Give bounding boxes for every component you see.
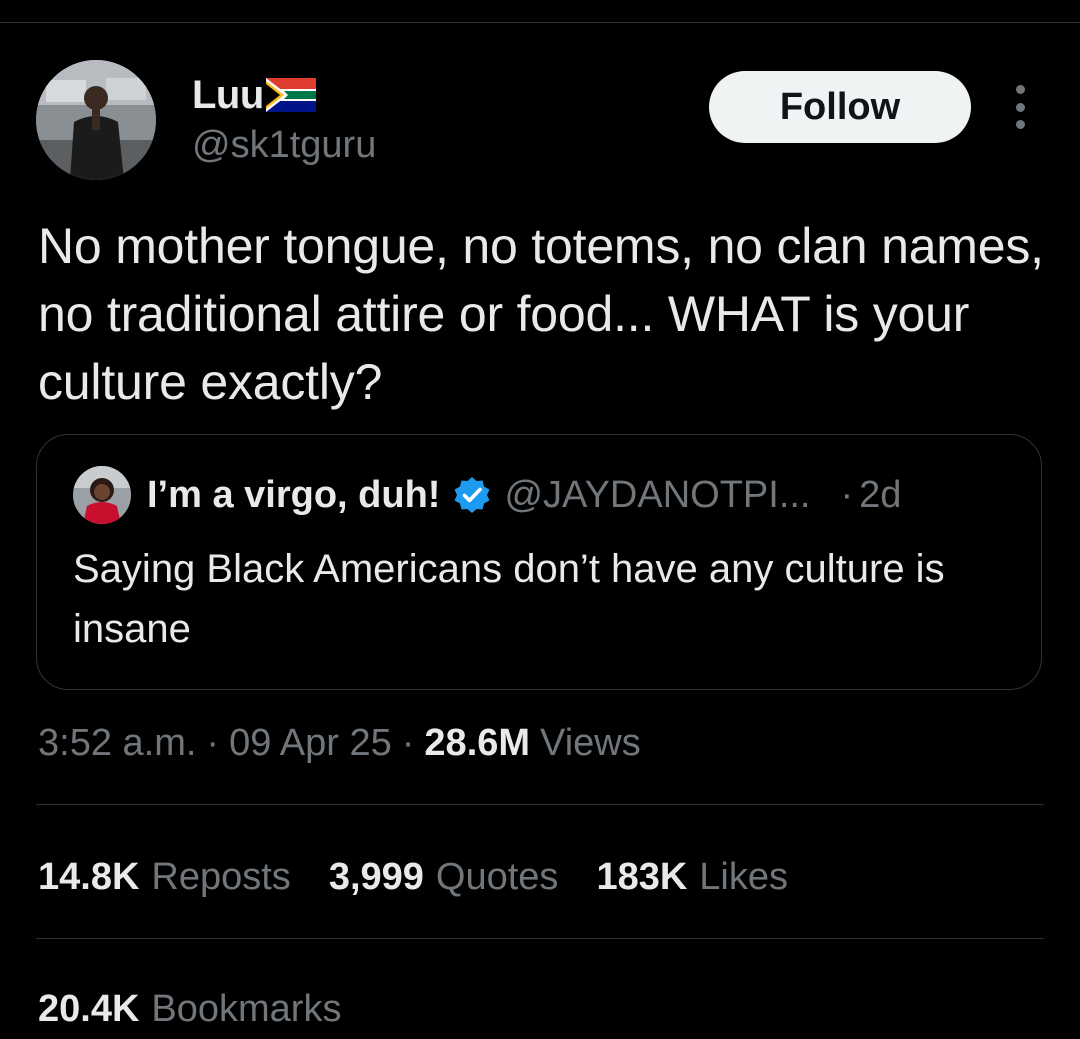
dot	[1015, 120, 1025, 129]
quoted-tweet-time[interactable]: 2d	[859, 474, 901, 517]
tweet-time[interactable]: 3:52 a.m.	[38, 722, 196, 765]
quoted-tweet-text: Saying Black Americans don’t have any cu…	[73, 547, 945, 651]
reposts-label: Reposts	[151, 855, 291, 898]
divider	[36, 938, 1044, 939]
reposts-count: 14.8K	[38, 855, 140, 898]
quotes-label: Quotes	[435, 855, 559, 898]
verified-badge-icon	[452, 475, 492, 515]
quoted-author-avatar[interactable]	[73, 466, 131, 524]
divider	[36, 804, 1044, 805]
author-avatar[interactable]	[36, 60, 156, 180]
separator-dot: ·	[206, 721, 220, 764]
likes-label: Likes	[699, 855, 788, 898]
engagement-stats: 14.8K Reposts 3,999 Quotes 183K Likes	[38, 850, 826, 904]
quoted-author-handle[interactable]: @JAYDANOTPI...	[504, 474, 810, 517]
dot	[1015, 102, 1025, 112]
top-divider	[0, 22, 1080, 23]
quoted-tweet-card[interactable]: I’m a virgo, duh! @JAYDANOTPI... · 2d Sa…	[36, 434, 1042, 690]
separator-dot: ·	[401, 721, 415, 764]
bookmarks-count: 20.4K	[38, 987, 140, 1030]
tweet-date[interactable]: 09 Apr 25	[229, 722, 392, 765]
south-africa-flag-icon	[265, 78, 316, 112]
author-handle[interactable]: @sk1tguru	[192, 124, 376, 167]
more-options-icon[interactable]	[1004, 85, 1036, 129]
follow-button[interactable]: Follow	[709, 71, 971, 143]
avatar-image	[36, 60, 156, 180]
separator-dot: ·	[840, 473, 854, 516]
dot	[1015, 85, 1025, 94]
views-label[interactable]: Views	[540, 722, 641, 765]
quotes-count: 3,999	[328, 855, 424, 898]
views-count[interactable]: 28.6M	[424, 722, 530, 765]
author-display-name[interactable]: Luu	[192, 73, 264, 118]
tweet-text: No mother tongue, no totems, no clan nam…	[38, 218, 1044, 410]
bookmarks-stat[interactable]: 20.4K Bookmarks	[38, 982, 341, 1036]
tweet-meta: 3:52 a.m. · 09 Apr 25 · 28.6M Views	[38, 716, 641, 770]
quoted-avatar-image	[73, 466, 131, 524]
likes-stat[interactable]: 183K Likes	[596, 856, 788, 899]
quotes-stat[interactable]: 3,999 Quotes	[329, 856, 559, 899]
author-name-row[interactable]: Luu	[192, 70, 316, 120]
reposts-stat[interactable]: 14.8K Reposts	[38, 856, 291, 899]
quoted-tweet-header: I’m a virgo, duh! @JAYDANOTPI... · 2d	[73, 465, 1023, 525]
bookmarks-label: Bookmarks	[151, 987, 342, 1030]
quoted-author-name[interactable]: I’m a virgo, duh!	[147, 474, 440, 517]
likes-count: 183K	[596, 855, 688, 898]
